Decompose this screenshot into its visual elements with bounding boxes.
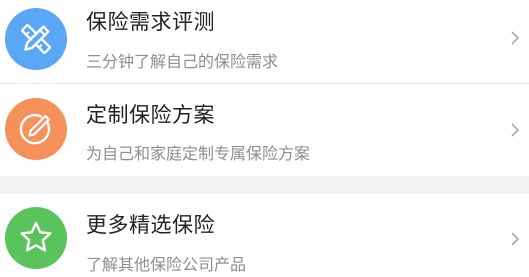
more-selected-insurance-item[interactable]: 更多精选保险 了解其他保险公司产品 <box>0 194 529 277</box>
custom-insurance-plan-item[interactable]: 定制保险方案 为自己和家庭定制专属保险方案 <box>0 84 529 176</box>
item-title: 保险需求评测 <box>86 10 215 34</box>
edit-circle-icon <box>5 98 67 160</box>
pencil-ruler-icon <box>5 8 67 70</box>
insurance-menu-list: 保险需求评测 三分钟了解自己的保险需求 定制保险方案 为自己和家庭定制专属保险方… <box>0 0 529 277</box>
item-title: 定制保险方案 <box>86 103 215 127</box>
item-subtitle: 三分钟了解自己的保险需求 <box>86 52 279 71</box>
section-spacer <box>0 176 529 194</box>
star-icon <box>5 207 67 269</box>
chevron-right-icon <box>511 31 520 45</box>
item-subtitle: 为自己和家庭定制专属保险方案 <box>86 144 311 163</box>
chevron-right-icon <box>511 232 520 246</box>
item-title: 更多精选保险 <box>86 213 215 237</box>
item-subtitle: 了解其他保险公司产品 <box>86 255 247 274</box>
insurance-needs-assessment-item[interactable]: 保险需求评测 三分钟了解自己的保险需求 <box>0 0 529 83</box>
chevron-right-icon <box>511 123 520 137</box>
